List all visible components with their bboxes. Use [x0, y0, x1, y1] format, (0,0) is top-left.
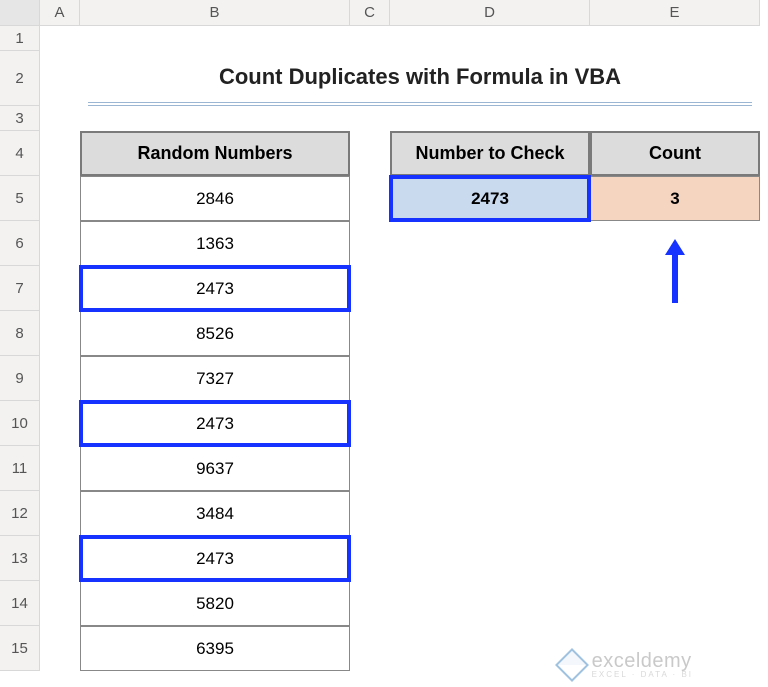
col-header-B[interactable]: B [80, 0, 350, 26]
number-to-check-header[interactable]: Number to Check [390, 131, 590, 176]
row-header-15[interactable]: 15 [0, 626, 40, 671]
col-header-C[interactable]: C [350, 0, 390, 26]
row-header-2[interactable]: 2 [0, 51, 40, 106]
arrow-annotation-container [590, 221, 760, 311]
watermark-logo: exceldemy EXCEL · DATA · BI [560, 651, 693, 679]
watermark-sub: EXCEL · DATA · BI [592, 671, 693, 679]
random-value-cell[interactable]: 5820 [80, 581, 350, 626]
row-header-11[interactable]: 11 [0, 446, 40, 491]
row-header-1[interactable]: 1 [0, 26, 40, 51]
random-value-cell[interactable]: 1363 [80, 221, 350, 266]
number-to-check-cell[interactable]: 2473 [390, 176, 590, 221]
row-header-10[interactable]: 10 [0, 401, 40, 446]
row-header-9[interactable]: 9 [0, 356, 40, 401]
random-value-cell[interactable]: 2473 [80, 536, 350, 581]
row-header-6[interactable]: 6 [0, 221, 40, 266]
random-value-cell[interactable]: 2473 [80, 266, 350, 311]
count-header[interactable]: Count [590, 131, 760, 176]
random-value-cell[interactable]: 2473 [80, 401, 350, 446]
watermark-brand: exceldemy [592, 651, 693, 671]
row-header-5[interactable]: 5 [0, 176, 40, 221]
random-value-cell[interactable]: 2846 [80, 176, 350, 221]
exceldemy-icon [555, 648, 589, 682]
row-header-8[interactable]: 8 [0, 311, 40, 356]
col-header-A[interactable]: A [40, 0, 80, 26]
page-title: Count Duplicates with Formula in VBA [88, 51, 752, 106]
random-value-cell[interactable]: 8526 [80, 311, 350, 356]
select-all-corner[interactable] [0, 0, 40, 26]
row-header-3[interactable]: 3 [0, 106, 40, 131]
row-header-12[interactable]: 12 [0, 491, 40, 536]
row-header-7[interactable]: 7 [0, 266, 40, 311]
random-value-cell[interactable]: 3484 [80, 491, 350, 536]
row-header-4[interactable]: 4 [0, 131, 40, 176]
col-header-E[interactable]: E [590, 0, 760, 26]
random-value-cell[interactable]: 7327 [80, 356, 350, 401]
count-result-cell[interactable]: 3 [590, 176, 760, 221]
arrow-up-icon [663, 239, 687, 303]
row-header-13[interactable]: 13 [0, 536, 40, 581]
random-value-cell[interactable]: 9637 [80, 446, 350, 491]
random-numbers-header[interactable]: Random Numbers [80, 131, 350, 176]
random-value-cell[interactable]: 6395 [80, 626, 350, 671]
row-header-14[interactable]: 14 [0, 581, 40, 626]
col-header-D[interactable]: D [390, 0, 590, 26]
